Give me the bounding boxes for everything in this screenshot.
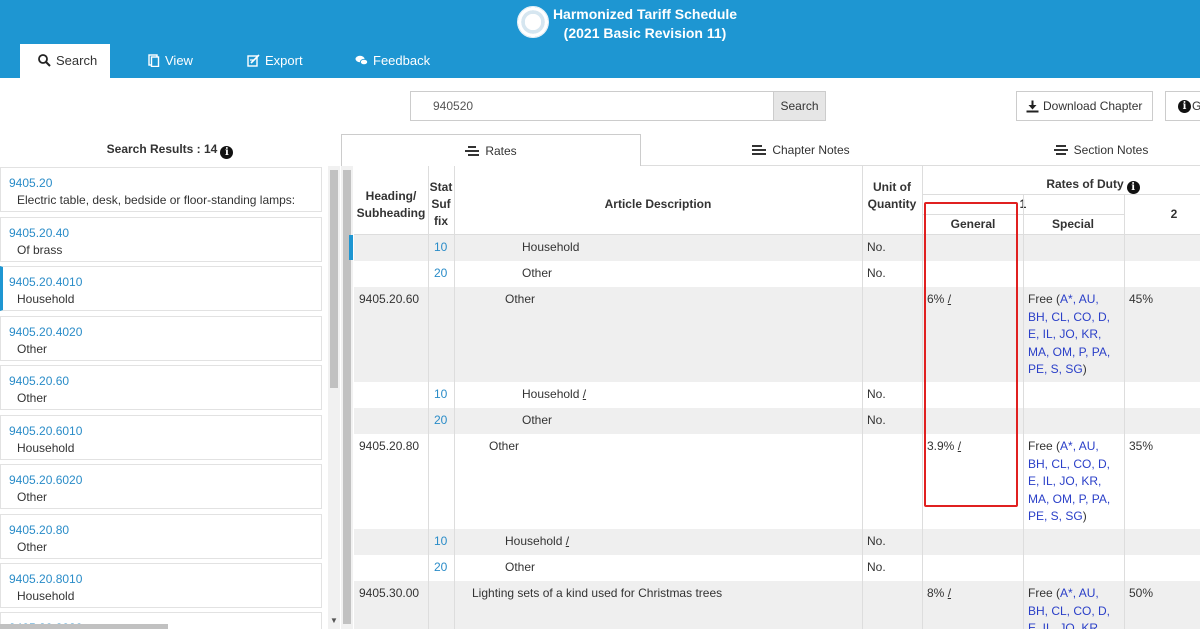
grid-line: [1124, 235, 1125, 629]
list-item[interactable]: 9405.20 Electric table, desk, bedside or …: [0, 167, 322, 212]
tab-feedback[interactable]: Feedback: [355, 44, 445, 78]
table-row[interactable]: 20 Other No.: [354, 555, 1200, 581]
general-column-highlight: [924, 202, 1018, 507]
lines-icon: [752, 145, 767, 155]
tab-section-notes[interactable]: Section Notes: [961, 134, 1200, 166]
list-item[interactable]: 9405.20.80 Other: [0, 514, 322, 559]
tab-rates[interactable]: Rates: [341, 134, 641, 166]
horizontal-scrollbar-thumb[interactable]: [0, 624, 168, 629]
rates-table: Heading/ Subheading Stat Suf fix Article…: [341, 166, 1200, 629]
grid-line: [428, 235, 429, 629]
info-icon: i: [1178, 100, 1191, 113]
grid-line: [454, 235, 455, 629]
tab-search[interactable]: Search: [20, 44, 110, 78]
list-item[interactable]: 9405.20.6010 Household: [0, 415, 322, 460]
tab-export[interactable]: Export: [247, 44, 317, 78]
download-chapter-button[interactable]: Download Chapter: [1016, 91, 1153, 121]
col-header-article: Article Description: [604, 197, 712, 211]
scroll-down-arrow-icon[interactable]: ▼: [330, 616, 338, 625]
tab-chapter-notes[interactable]: Chapter Notes: [641, 134, 961, 166]
table-row[interactable]: 9405.30.00 Lighting sets of a kind used …: [354, 581, 1200, 629]
search-box: Search: [410, 91, 826, 121]
list-item[interactable]: 9405.20.4020 Other: [0, 316, 322, 361]
title-line2: (2021 Basic Revision 11): [563, 25, 727, 41]
feedback-icon: [355, 55, 368, 66]
search-results-title: Search Results : 14 i: [0, 142, 340, 159]
list-item[interactable]: 9405.20.40 Of brass: [0, 217, 322, 262]
app-title: Harmonized Tariff Schedule (2021 Basic R…: [550, 5, 740, 43]
app-header: Harmonized Tariff Schedule (2021 Basic R…: [0, 0, 1200, 78]
search-input[interactable]: [411, 92, 773, 120]
search-results-list: 9405.20 Electric table, desk, bedside or …: [0, 166, 328, 629]
info-icon: i: [220, 146, 234, 159]
footnote-link[interactable]: /: [948, 586, 951, 600]
scrollbar-thumb[interactable]: [330, 170, 338, 388]
col-header-stat-suffix: Stat Suf fix: [429, 180, 453, 228]
results-scrollbar[interactable]: ▼: [328, 166, 340, 629]
list-item[interactable]: 9405.20.60 Other: [0, 365, 322, 410]
table-row[interactable]: 20 Other No.: [354, 408, 1200, 434]
search-icon: [38, 54, 51, 67]
detail-tabs: Rates Chapter Notes Section Notes: [341, 134, 1200, 166]
tab-view[interactable]: View: [148, 44, 218, 78]
footnote-link[interactable]: /: [566, 534, 569, 548]
table-row[interactable]: 20 Other No.: [354, 261, 1200, 287]
footnote-link[interactable]: /: [583, 387, 586, 401]
list-item[interactable]: 9405.20.6020 Other: [0, 464, 322, 509]
table-row[interactable]: 9405.20.80 Other 3.9% / Free (A*, AU, BH…: [354, 434, 1200, 529]
info-icon: i: [1126, 181, 1140, 194]
table-row[interactable]: 10 Household No.: [354, 235, 1200, 261]
grid-line: [922, 235, 923, 629]
lines-icon: [465, 146, 480, 156]
grid-line: [1023, 235, 1024, 629]
col-header-2: 2: [1170, 207, 1178, 221]
grid-line: [923, 194, 1200, 195]
view-icon: [148, 54, 160, 68]
list-item[interactable]: 9405.20.8010 Household: [0, 563, 322, 608]
col-header-unit: Unit of Quantity: [867, 180, 917, 211]
table-row[interactable]: 10 Household / No.: [354, 382, 1200, 408]
table-row[interactable]: 10 Household / No.: [354, 529, 1200, 555]
lines-icon: [1053, 145, 1068, 155]
usitc-seal-logo: [517, 6, 549, 38]
selected-row-marker: [349, 235, 353, 260]
col-header-heading: Heading/ Subheading: [356, 189, 426, 220]
search-button[interactable]: Search: [773, 92, 825, 120]
list-item-selected[interactable]: 9405.20.4010 Household: [0, 266, 322, 311]
table-row[interactable]: 9405.20.60 Other 6% / Free (A*, AU, BH, …: [354, 287, 1200, 382]
g-button[interactable]: i G: [1165, 91, 1200, 121]
title-line1: Harmonized Tariff Schedule: [552, 6, 738, 22]
col-header-rates-of-duty: Rates of Duty i: [923, 177, 1200, 194]
export-icon: [247, 54, 260, 67]
download-icon: [1026, 100, 1039, 113]
grid-line: [862, 235, 863, 629]
col-header-special: Special: [1051, 217, 1095, 231]
